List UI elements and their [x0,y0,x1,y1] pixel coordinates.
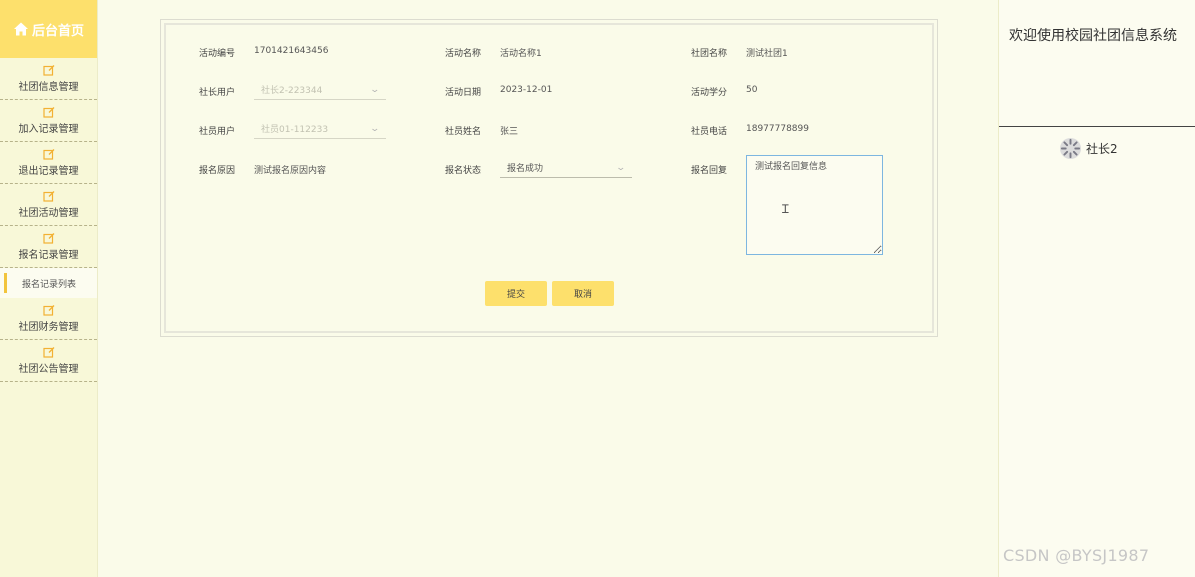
menu-item-label: 社团信息管理 [18,82,79,93]
chevron-down-icon: ⌄ [369,84,381,95]
member-user-value: 社员01-112233 [261,125,329,135]
signup-edit-form: 活动编号 1701421643456 活动名称 活动名称1 社团名称 测试社团1… [160,19,938,337]
home-link[interactable]: 后台首页 [0,0,97,58]
menu-item-club-notices[interactable]: 社团公告管理 [0,340,97,382]
reason-value: 测试报名原因内容 [254,166,327,176]
menu-item-club-activities[interactable]: 社团活动管理 [0,184,97,226]
avatar [1059,137,1082,160]
status-label: 报名状态 [445,166,482,176]
sidebar: 后台首页 社团信息管理 加入记录管理 退出记录管理 社团活动管理 报名记录管理 … [0,0,98,577]
status-value: 报名成功 [507,164,544,174]
welcome-text: 欢迎使用校园社团信息系统 [1009,28,1177,44]
menu-item-club-finance[interactable]: 社团财务管理 [0,298,97,340]
status-select[interactable]: 报名成功 ⌄ [500,158,632,178]
reason-label: 报名原因 [199,166,236,176]
member-phone-value: 18977778899 [746,124,809,134]
activity-credit-label: 活动学分 [691,88,728,98]
watermark: CSDN @BYSJ1987 [1003,546,1150,565]
edit-icon [42,149,54,160]
menu-item-label: 报名记录管理 [18,250,79,261]
menu-item-signup-records[interactable]: 报名记录管理 [0,226,97,268]
chevron-down-icon: ⌄ [369,123,381,134]
menu-item-exit-records[interactable]: 退出记录管理 [0,142,97,184]
divider [999,126,1195,127]
chevron-down-icon: ⌄ [615,162,627,173]
club-name-label: 社团名称 [691,49,728,59]
menu-item-join-records[interactable]: 加入记录管理 [0,100,97,142]
submit-button[interactable]: 提交 [485,281,547,306]
active-indicator [4,273,7,293]
activity-no-value: 1701421643456 [254,46,329,56]
activity-credit-value: 50 [746,85,758,95]
member-name-value: 张三 [500,127,519,137]
member-name-label: 社员姓名 [445,127,482,137]
edit-icon [42,305,54,316]
leader-user-select: 社长2-223344 ⌄ [254,80,386,100]
member-user-select: 社员01-112233 ⌄ [254,119,386,139]
text-cursor-icon: Ɪ [782,202,789,216]
club-name-value: 测试社团1 [746,49,788,59]
edit-icon [42,347,54,358]
submenu-signup-list[interactable]: 报名记录列表 [0,268,97,298]
edit-icon [42,107,54,118]
member-user-label: 社员用户 [199,127,236,137]
menu-item-label: 社团公告管理 [18,364,79,375]
menu-item-label: 退出记录管理 [18,166,79,177]
activity-name-label: 活动名称 [445,49,482,59]
activity-date-label: 活动日期 [445,88,482,98]
username: 社长2 [1086,142,1118,156]
user-info[interactable]: 社长2 [1059,137,1118,160]
edit-icon [42,233,54,244]
leader-user-label: 社长用户 [199,88,236,98]
home-title: 后台首页 [31,23,84,39]
menu-item-label: 社团活动管理 [18,208,79,219]
user-panel: 欢迎使用校园社团信息系统 社长2 [998,0,1195,577]
menu-item-club-info[interactable]: 社团信息管理 [0,58,97,100]
activity-no-label: 活动编号 [199,49,236,59]
form-body: 活动编号 1701421643456 活动名称 活动名称1 社团名称 测试社团1… [164,23,934,333]
cancel-button[interactable]: 取消 [552,281,614,306]
leader-user-value: 社长2-223344 [261,86,323,96]
menu-item-label: 加入记录管理 [18,124,79,135]
menu-item-label: 社团财务管理 [18,322,79,333]
edit-icon [42,65,54,76]
submenu-label: 报名记录列表 [22,279,77,290]
activity-name-value: 活动名称1 [500,49,542,59]
edit-icon [42,191,54,202]
reply-label: 报名回复 [691,166,728,176]
activity-date-value: 2023-12-01 [500,85,553,95]
home-icon [13,22,28,36]
reply-textarea[interactable]: 测试报名回复信息 [746,155,883,255]
member-phone-label: 社员电话 [691,127,728,137]
